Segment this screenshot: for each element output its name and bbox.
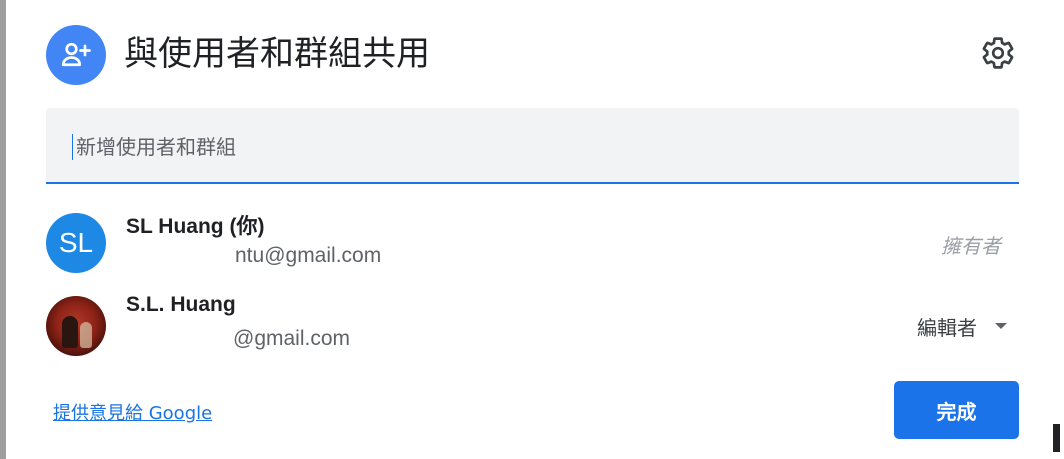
- share-dialog: 與使用者和群組共用 SL SL Huang (你) ntu@gmail.com …: [6, 0, 1046, 459]
- arrow-drop-down-icon: [995, 323, 1007, 329]
- avatar-figure: [62, 316, 78, 348]
- user-email: ntu@gmail.com: [235, 244, 382, 267]
- avatar-figure: [80, 322, 92, 348]
- done-button[interactable]: 完成: [894, 381, 1019, 439]
- cut-off-fragment: [1053, 424, 1060, 452]
- role-dropdown[interactable]: 編輯者: [917, 306, 1007, 346]
- page-title: 與使用者和群組共用: [124, 34, 430, 74]
- role-label-owner: 擁有者: [941, 234, 1001, 258]
- avatar-photo: [46, 296, 106, 356]
- gear-icon[interactable]: [978, 33, 1018, 73]
- user-row-editor: S.L. Huang @gmail.com 編輯者: [46, 293, 1019, 363]
- user-name: S.L. Huang: [126, 293, 236, 316]
- add-people-input[interactable]: [74, 126, 978, 168]
- avatar: SL: [46, 213, 106, 273]
- text-caret: [72, 134, 73, 160]
- user-name: SL Huang (你): [126, 215, 265, 238]
- role-dropdown-label: 編輯者: [917, 315, 977, 340]
- feedback-link[interactable]: 提供意見給 Google: [53, 399, 212, 425]
- user-email: @gmail.com: [233, 327, 351, 350]
- person-add-icon: [46, 25, 106, 85]
- search-field-container[interactable]: [46, 108, 1019, 184]
- user-row-owner: SL SL Huang (你) ntu@gmail.com 擁有者: [46, 210, 1019, 280]
